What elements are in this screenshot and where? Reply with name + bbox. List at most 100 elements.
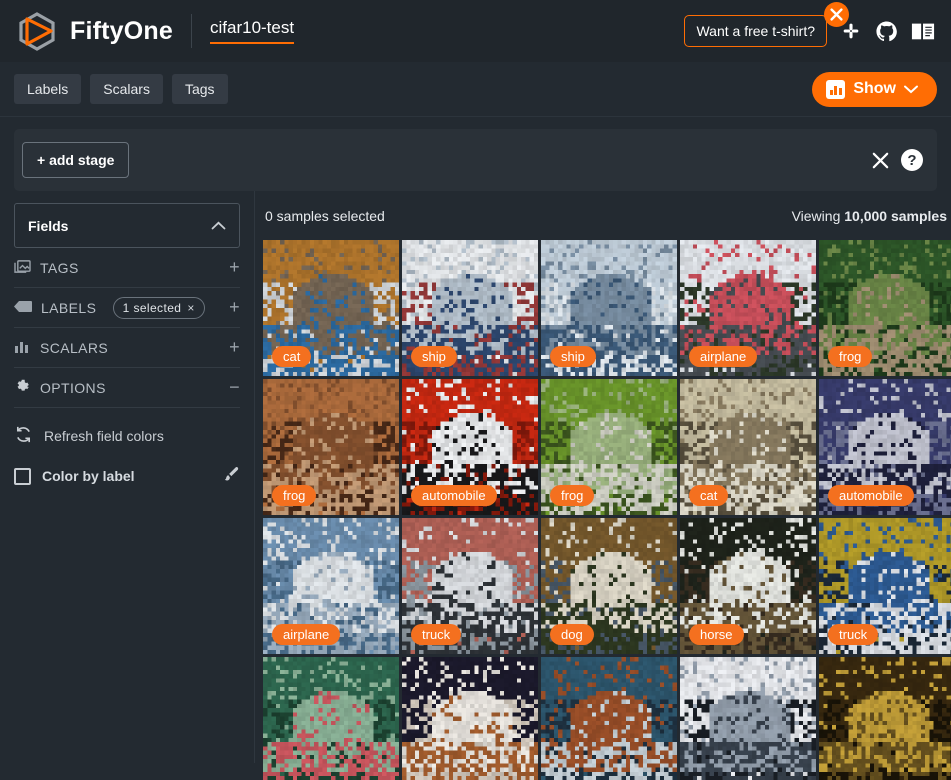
view-stage-bar: + add stage ? [14,129,937,191]
dataset-name[interactable]: cifar10-test [210,18,295,44]
book-icon[interactable] [911,20,935,42]
show-button-label: Show [853,80,896,97]
add-tag-button[interactable]: + [229,257,240,278]
grid-header: 0 samples selected Viewing 10,000 sample… [255,191,951,240]
gear-icon [14,378,31,398]
sample-tile[interactable] [819,657,951,780]
samples-selected-text: 0 samples selected [265,207,385,224]
app-brand: FiftyOne [70,16,173,45]
samples-panel: 0 samples selected Viewing 10,000 sample… [255,191,951,780]
sample-label-pill[interactable]: dog [550,624,594,645]
sample-label-pill[interactable]: truck [828,624,879,645]
color-by-label-text: Color by label [42,468,135,484]
sample-tile[interactable]: cat [263,240,399,376]
sample-label-pill[interactable]: automobile [828,485,914,506]
sample-tile[interactable]: dog [541,518,677,654]
bar-chart-icon [826,79,846,99]
sample-tile[interactable]: ship [541,240,677,376]
sample-tile[interactable]: ship [402,240,538,376]
sample-tile[interactable]: frog [541,379,677,515]
sidebar-section-labels[interactable]: LABELS 1 selected × + [14,288,240,328]
samples-grid: cat ship ship airplane frog frog automobile fro… [255,240,951,780]
fields-label: Fields [28,217,69,234]
sample-tile[interactable]: frog [263,379,399,515]
sidebar-section-label: OPTIONS [40,379,106,396]
sample-tile[interactable]: airplane [680,240,816,376]
stage-bar-actions: ? [872,149,923,171]
sample-label-pill[interactable]: cat [272,346,312,367]
collapse-options-button[interactable]: − [229,377,240,398]
sample-tile[interactable] [402,657,538,780]
sidebar: Fields TAGS + LABELS 1 selected × + SCAL… [0,191,255,763]
sample-tile[interactable]: airplane [263,518,399,654]
tab-scalars[interactable]: Scalars [90,74,163,104]
sample-label-pill[interactable]: airplane [272,624,341,645]
sample-tile[interactable]: frog [819,240,951,376]
clear-labels-icon[interactable]: × [187,301,194,315]
sample-tile[interactable]: horse [680,518,816,654]
sample-label-pill[interactable]: ship [411,346,457,367]
sidebar-section-options[interactable]: OPTIONS − [14,368,240,408]
sample-label-pill[interactable]: frog [550,485,595,506]
tab-tags[interactable]: Tags [171,74,228,104]
sample-tile[interactable]: truck [819,518,951,654]
sample-label-pill[interactable]: ship [550,346,596,367]
sample-thumbnail [402,657,538,780]
label-tag-icon [14,300,32,316]
sample-label-pill[interactable]: airplane [689,346,758,367]
fiftyone-logo-icon[interactable] [14,9,60,53]
sidebar-section-label: SCALARS [40,339,109,356]
sample-label-pill[interactable]: automobile [411,485,497,506]
help-icon[interactable]: ? [901,149,923,171]
sidebar-section-scalars[interactable]: SCALARS + [14,328,240,368]
sample-thumbnail [819,657,951,780]
add-label-button[interactable]: + [229,297,240,318]
sample-tile[interactable]: automobile [819,379,951,515]
view-tabs-row: Labels Scalars Tags Show [0,62,951,117]
tab-labels[interactable]: Labels [14,74,82,104]
sample-label-pill[interactable]: horse [689,624,744,645]
sample-label-pill[interactable]: cat [689,485,729,506]
sidebar-section-tags[interactable]: TAGS + [14,248,240,288]
bar-chart-icon [14,339,31,356]
viewing-count: Viewing 10,000 samples [792,208,947,224]
refresh-field-colors-button[interactable]: Refresh field colors [14,416,240,456]
sample-tile[interactable] [263,657,399,780]
chevron-up-icon [211,218,226,233]
github-icon[interactable] [875,20,898,43]
color-by-label-row[interactable]: Color by label [14,456,240,496]
close-icon[interactable] [872,152,889,169]
sample-tile[interactable]: truck [402,518,538,654]
sample-label-pill[interactable]: truck [411,624,462,645]
sample-thumbnail [541,657,677,780]
image-icon [14,259,31,277]
fields-toggle[interactable]: Fields [14,203,240,248]
header-divider [191,14,192,48]
labels-selected-text: 1 selected [122,300,182,315]
sample-label-pill[interactable]: frog [828,346,873,367]
stage-bar-wrap: + add stage ? [0,117,951,191]
sample-tile[interactable]: automobile [402,379,538,515]
refresh-field-colors-label: Refresh field colors [44,428,164,444]
add-scalar-button[interactable]: + [229,337,240,358]
show-button[interactable]: Show [812,71,937,107]
refresh-icon [14,425,33,447]
app-header: FiftyOne cifar10-test Want a free t-shir… [0,0,951,62]
brush-icon[interactable] [221,465,240,487]
viewing-prefix: Viewing [791,207,845,224]
sidebar-section-label: LABELS [41,299,97,316]
header-actions: Want a free t-shirt? [684,2,939,47]
labels-selected-pill[interactable]: 1 selected × [112,296,205,319]
add-stage-button[interactable]: + add stage [22,142,130,178]
sample-label-pill[interactable]: frog [272,485,317,506]
sample-tile[interactable] [541,657,677,780]
sample-thumbnail [680,657,816,780]
sidebar-section-label: TAGS [40,259,79,276]
sample-thumbnail [263,657,399,780]
chevron-down-icon [904,85,918,93]
sample-tile[interactable]: cat [680,379,816,515]
sample-tile[interactable] [680,657,816,780]
free-tshirt-button[interactable]: Want a free t-shirt? [684,15,827,47]
color-by-label-checkbox[interactable] [14,467,31,485]
